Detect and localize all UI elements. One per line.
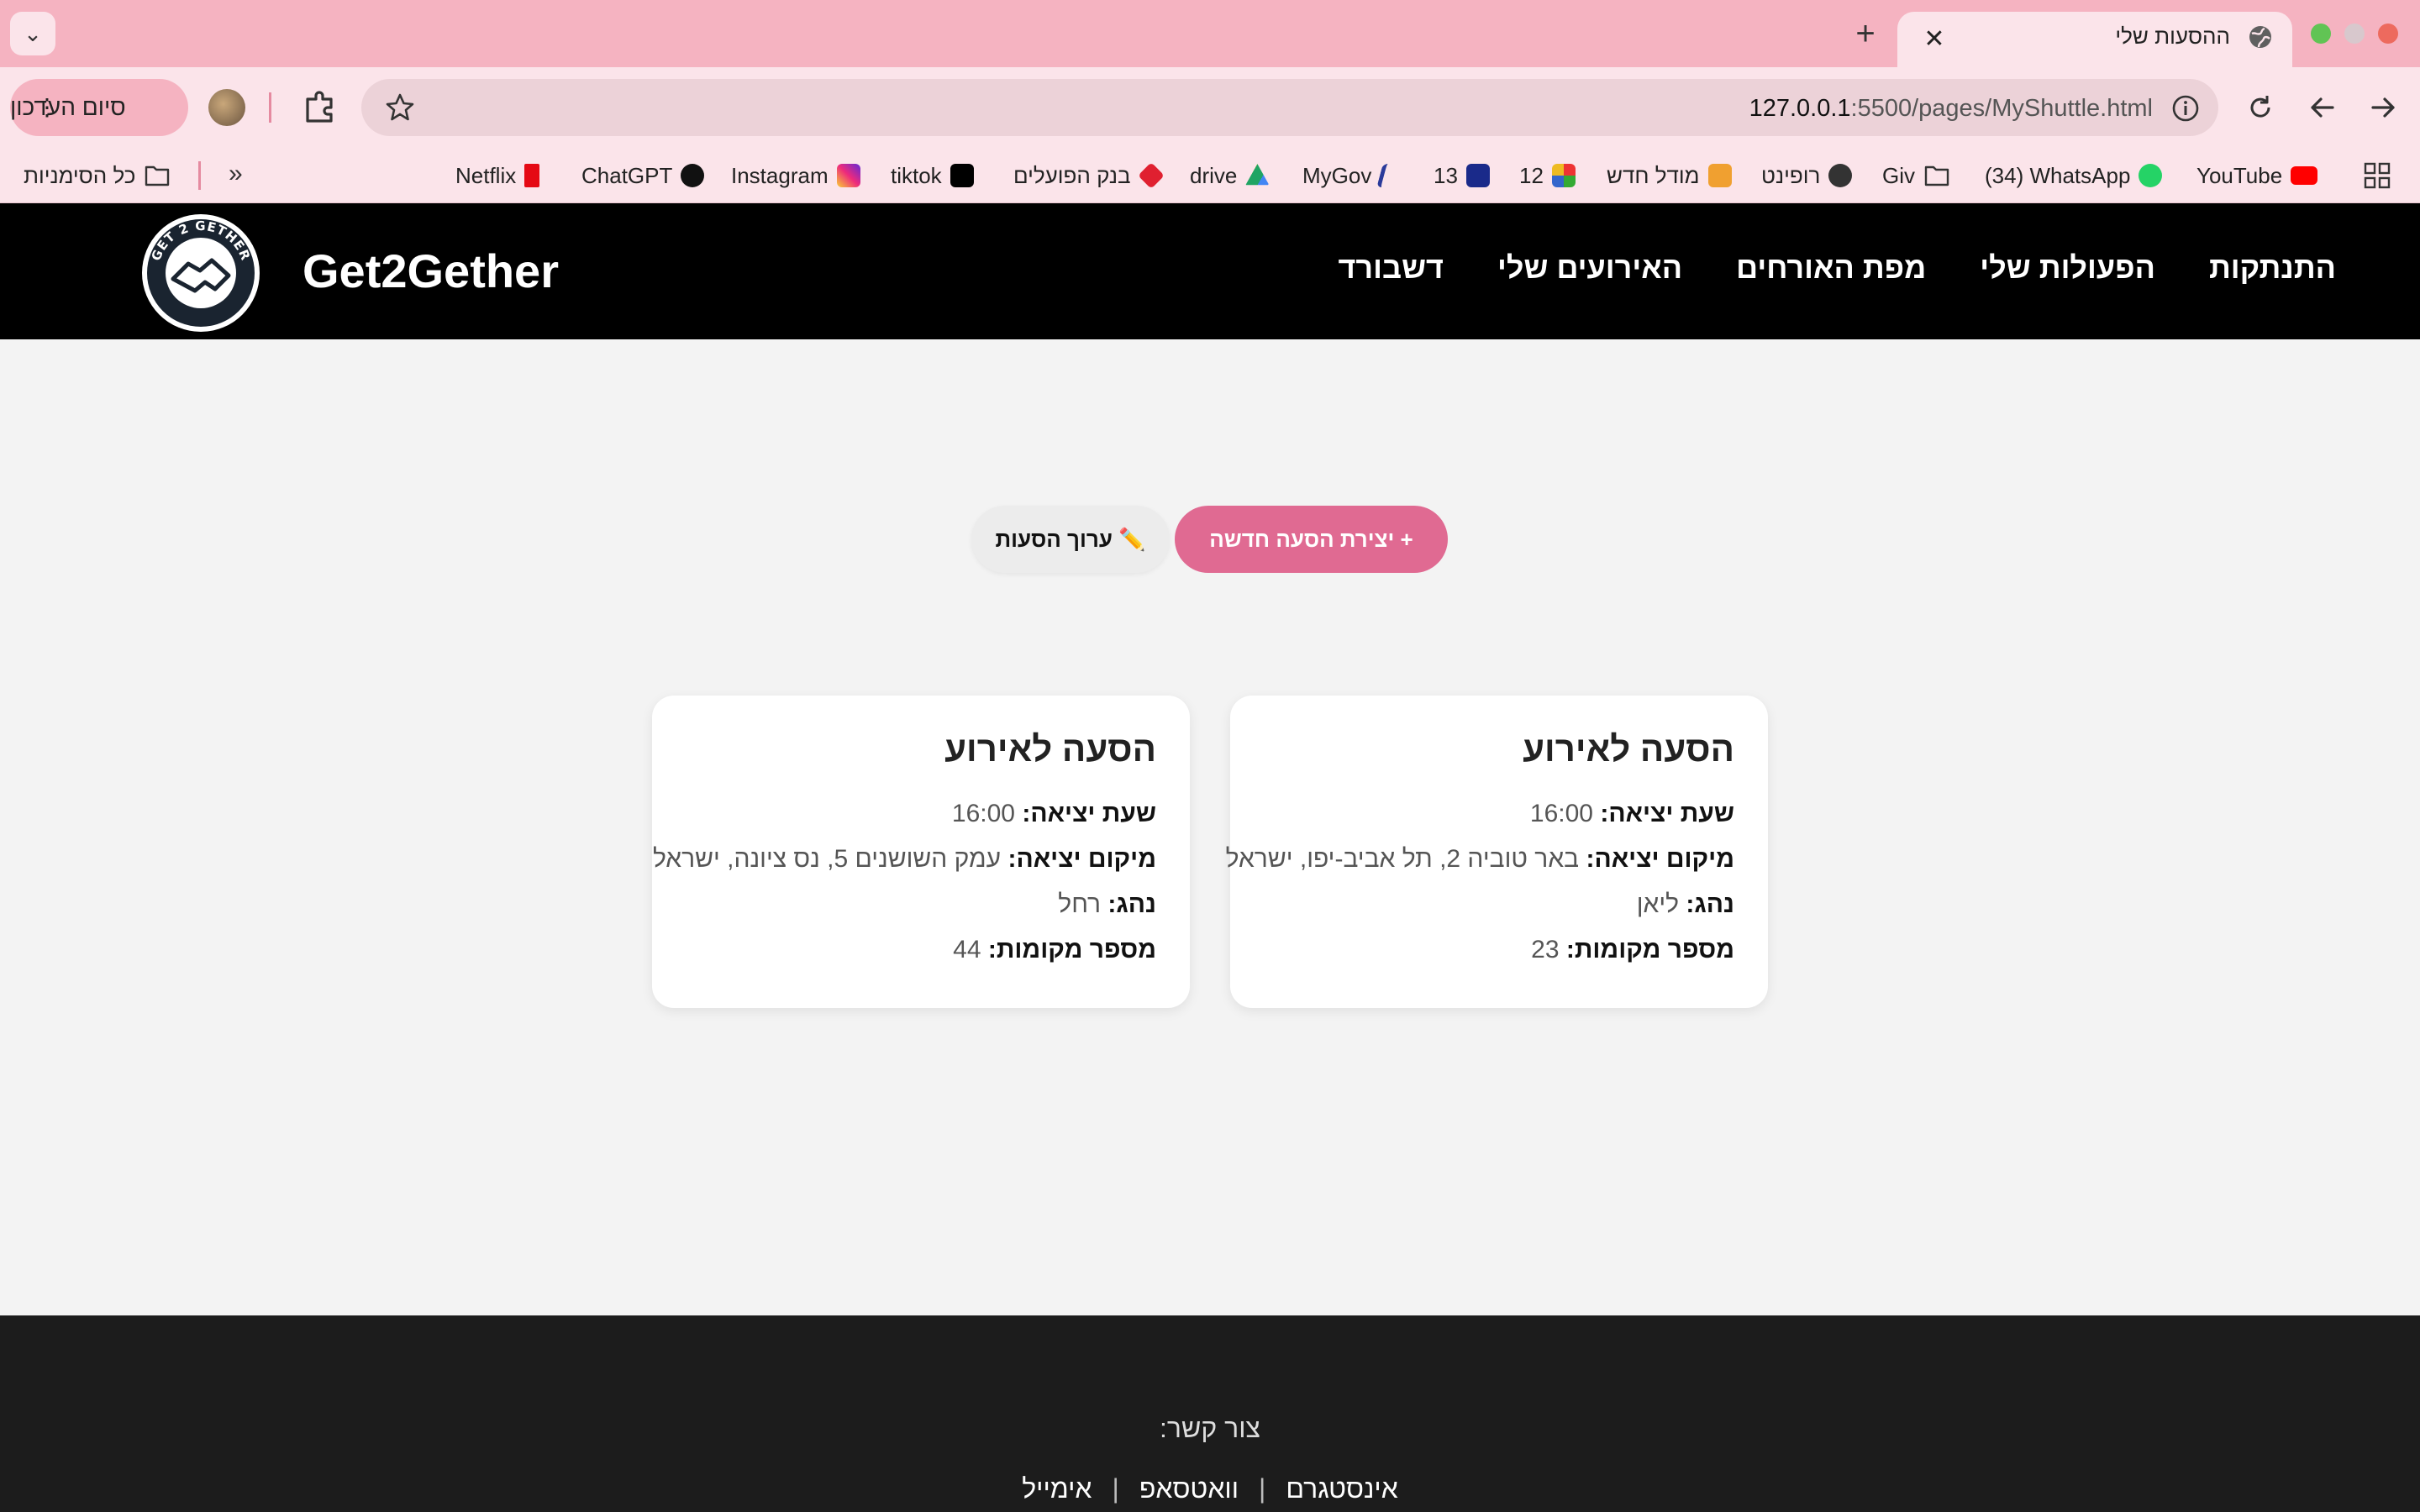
create-shuttle-button[interactable]: + יצירת הסעה חדשה <box>1175 506 1448 573</box>
globe-icon <box>2249 26 2271 48</box>
folder-icon <box>1924 165 1949 186</box>
bookmark-star-icon[interactable] <box>383 91 417 124</box>
url-text[interactable]: 127.0.0.1:5500/pages/MyShuttle.html <box>1749 95 2153 123</box>
departure-location-row: מיקום יציאה: באר טוביה 2, תל אביב-יפו, י… <box>1225 845 1734 873</box>
channel13-icon <box>1465 164 1490 187</box>
more-vert-icon: ⋮ <box>35 94 59 120</box>
window-maximize-button[interactable] <box>2311 24 2331 44</box>
site-header: GET 2 GETHER Get2Gether דשבורד האירועים … <box>0 203 2420 339</box>
tiktok-icon <box>950 164 974 187</box>
bookmark-mygov[interactable]: MyGov <box>1302 161 1407 190</box>
bookmark-chatgpt[interactable]: ChatGPT <box>581 161 705 190</box>
site-footer: צור קשר: אינסטגרם | וואטסאפ | אימייל <box>0 1315 2420 1512</box>
new-tab-button[interactable]: + <box>1845 13 1886 54</box>
footer-link-instagram[interactable]: אינסטגרם <box>1286 1473 1397 1504</box>
departure-time-row: שעת יציאה: 16:00 <box>1529 800 1734 827</box>
nav-dashboard[interactable]: דשבורד <box>1338 250 1444 286</box>
window-minimize-button[interactable] <box>2344 24 2365 44</box>
finish-update-label: סיום העדכון <box>10 94 126 120</box>
browser-tab-bar: ⌄ + ✕ ההסעות שלי <box>0 0 2420 67</box>
all-bookmarks-label: כל הסימניות <box>24 162 136 188</box>
footer-link-email[interactable]: אימייל <box>1022 1473 1092 1504</box>
whatsapp-icon <box>2139 164 2163 187</box>
site-title[interactable]: Get2Gether <box>302 244 559 298</box>
footer-separator: | <box>1112 1473 1119 1504</box>
nav-my-events[interactable]: האירועים שלי <box>1497 250 1682 286</box>
more-bookmarks-icon[interactable]: » <box>229 160 243 188</box>
seats-row: מספר מקומות: 44 <box>953 936 1156 963</box>
moodle-icon <box>1707 164 1732 187</box>
footer-link-whatsapp[interactable]: וואטסאפ <box>1139 1473 1239 1504</box>
nav-guest-map[interactable]: מפת האורחים <box>1736 250 1926 286</box>
departure-location-row: מיקום יציאה: עמק השושנים 5, נס ציונה, יש… <box>652 845 1156 873</box>
finish-update-button[interactable]: ⋮ סיום העדכון <box>10 79 188 136</box>
site-info-icon[interactable] <box>2171 94 2200 123</box>
bookmark-13[interactable]: 13 <box>1434 161 1490 190</box>
chatgpt-icon <box>681 164 705 187</box>
profile-avatar[interactable] <box>208 89 245 126</box>
bookmark-instagram[interactable]: Instagram <box>731 161 860 190</box>
nav-my-actions[interactable]: הפעולות שלי <box>1980 250 2155 286</box>
channel12-icon <box>1551 164 1576 187</box>
reload-icon[interactable] <box>2242 89 2279 126</box>
bookmark-drive[interactable]: drive <box>1190 161 1270 190</box>
extensions-puzzle-icon[interactable] <box>299 87 339 128</box>
bookmark-netflix[interactable]: Netflix <box>455 161 540 190</box>
bookmarks-bar: כל הסימניות YouTube (34) WhatsApp Giv רו… <box>0 148 2420 203</box>
browser-toolbar: ⋮ סיום העדכון 127.0.0.1:5500/pages/MyShu… <box>0 67 2420 148</box>
tab-search-button[interactable]: ⌄ <box>10 12 55 55</box>
edit-shuttles-button[interactable]: ✏️ ערוך הסעות <box>971 506 1170 573</box>
all-bookmarks-button[interactable]: כל הסימניות <box>24 161 171 190</box>
bookmark-youtube[interactable]: YouTube <box>2196 161 2318 190</box>
shuttle-card-title: הסעה לאירוע <box>1523 729 1734 769</box>
youtube-icon <box>2291 166 2318 185</box>
get2gether-logo[interactable]: GET 2 GETHER <box>139 212 262 334</box>
departure-time-row: שעת יציאה: 16:00 <box>951 800 1156 827</box>
shuttle-card: הסעה לאירוע שעת יציאה: 16:00 מיקום יציאה… <box>1225 696 1768 1008</box>
instagram-icon <box>836 164 860 187</box>
shuttle-actions: + יצירת הסעה חדשה ✏️ ערוך הסעות <box>0 504 2420 573</box>
window-close-button[interactable] <box>2378 24 2398 44</box>
shuttle-card-title: הסעה לאירוע <box>944 729 1156 769</box>
address-bar[interactable]: 127.0.0.1:5500/pages/MyShuttle.html <box>361 79 2218 136</box>
contact-links: אינסטגרם | וואטסאפ | אימייל <box>0 1473 2420 1504</box>
globe-icon <box>1828 164 1853 187</box>
bookmark-giv[interactable]: Giv <box>1882 161 1950 190</box>
bookmark-model-hadash[interactable]: מודל חדש <box>1607 161 1732 190</box>
tab-title: ההסעות שלי <box>2115 24 2230 49</box>
shuttle-card: הסעה לאירוע שעת יציאה: 16:00 מיקום יציאה… <box>652 696 1190 1008</box>
bookmark-tiktok[interactable]: tiktok <box>891 161 974 190</box>
footer-separator: | <box>1259 1473 1266 1504</box>
main-nav: דשבורד האירועים שלי מפת האורחים הפעולות … <box>1338 250 2336 286</box>
netflix-icon <box>524 164 540 187</box>
bookmark-bank-hapoalim[interactable]: בנק הפועלים <box>1013 161 1165 190</box>
folder-icon <box>145 165 170 186</box>
bookmark-rofint[interactable]: רופינט <box>1761 161 1853 190</box>
toolbar-divider <box>269 92 271 123</box>
google-drive-icon <box>1245 164 1270 186</box>
bookmark-12[interactable]: 12 <box>1519 161 1576 190</box>
mygov-check-icon <box>1376 164 1407 187</box>
back-arrow-icon[interactable] <box>2304 89 2341 126</box>
driver-row: נהג: רחל <box>1058 890 1156 918</box>
forward-arrow-icon[interactable] <box>2365 89 2402 126</box>
bookmark-whatsapp[interactable]: (34) WhatsApp <box>1985 161 2163 190</box>
driver-row: נהג: ליאן <box>1636 890 1734 918</box>
bookmarks-divider <box>198 161 201 190</box>
browser-tab-active[interactable]: ✕ ההסעות שלי <box>1897 12 2292 67</box>
apps-grid-icon[interactable] <box>2363 161 2391 190</box>
bank-hapoalim-icon <box>1137 162 1165 189</box>
nav-logout[interactable]: התנתקות <box>2209 250 2336 286</box>
chevron-down-icon: ⌄ <box>24 20 42 46</box>
contact-label: צור קשר: <box>1160 1413 1260 1443</box>
seats-row: מספר מקומות: 23 <box>1531 936 1734 963</box>
close-icon[interactable]: ✕ <box>1918 22 1951 55</box>
